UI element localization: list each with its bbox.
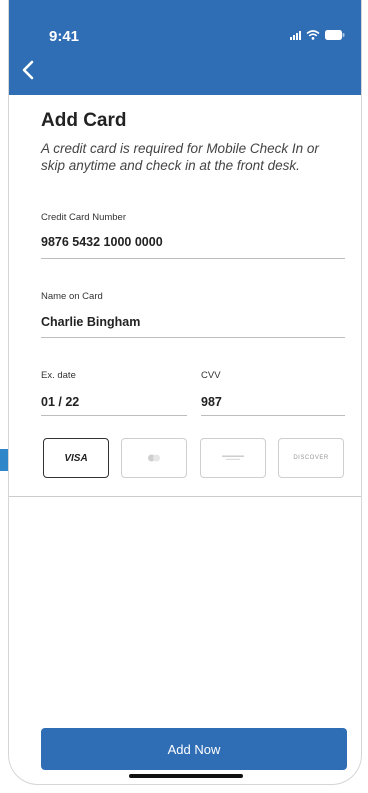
add-now-button[interactable]: Add Now — [41, 728, 347, 770]
section-divider — [9, 496, 361, 497]
cvv-underline — [201, 415, 345, 416]
card-number-label: Credit Card Number — [41, 212, 126, 223]
name-on-card-underline — [41, 337, 345, 338]
name-on-card-input[interactable]: Charlie Bingham — [41, 315, 140, 329]
back-chevron-icon[interactable] — [17, 58, 41, 82]
exp-date-label: Ex. date — [41, 370, 76, 381]
exp-date-underline — [41, 415, 187, 416]
cvv-label: CVV — [201, 370, 221, 381]
status-time: 9:41 — [49, 28, 80, 45]
status-icons — [290, 30, 345, 40]
discover-logo: DISCOVER — [293, 455, 329, 461]
page-title: Add Card — [41, 110, 127, 131]
exp-date-input[interactable]: 01 / 22 — [41, 395, 79, 409]
app-header: 9:41 — [9, 0, 361, 95]
phone-frame: 9:41 Add Card A credit card is required … — [8, 0, 362, 785]
card-number-input[interactable]: 9876 5432 1000 0000 — [41, 235, 163, 249]
card-type-amex[interactable] — [200, 438, 266, 478]
card-type-visa[interactable]: VISA — [43, 438, 109, 478]
mastercard-logo-icon — [148, 454, 160, 462]
wifi-icon — [306, 30, 320, 40]
battery-icon — [325, 30, 345, 40]
card-type-mastercard[interactable] — [121, 438, 187, 478]
cvv-input[interactable]: 987 — [201, 395, 222, 409]
name-on-card-label: Name on Card — [41, 291, 103, 302]
page-header: Add Card A credit card is required for M… — [41, 110, 345, 174]
visa-logo: VISA — [64, 452, 88, 464]
card-number-underline — [41, 258, 345, 259]
amex-logo-icon — [222, 455, 244, 460]
page-subtitle: A credit card is required for Mobile Che… — [41, 141, 319, 173]
signal-icon — [290, 30, 301, 40]
home-indicator — [129, 774, 243, 778]
card-type-discover[interactable]: DISCOVER — [278, 438, 344, 478]
